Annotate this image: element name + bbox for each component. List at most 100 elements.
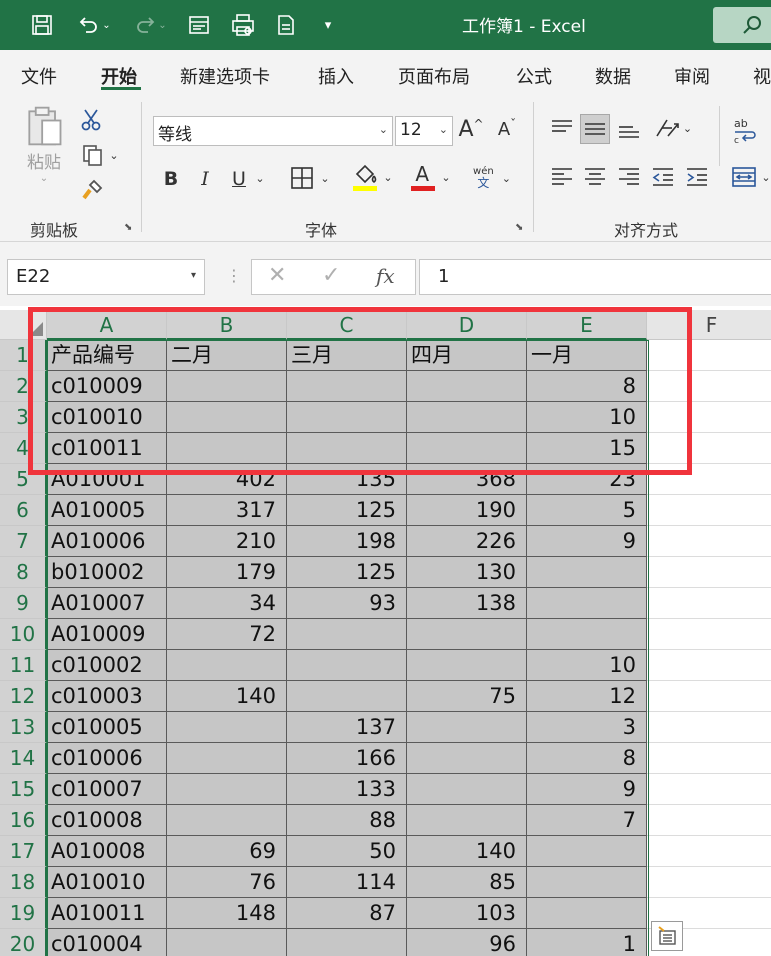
underline-dropdown[interactable]: ⌄ (252, 168, 268, 188)
table-cell[interactable]: 76 (167, 867, 287, 898)
table-cell[interactable]: 10 (527, 402, 647, 433)
align-middle-button[interactable] (580, 114, 610, 144)
tab-formulas[interactable]: 公式 (516, 63, 552, 89)
table-cell[interactable]: 8 (527, 743, 647, 774)
format-painter-button[interactable] (78, 176, 106, 204)
table-cell[interactable]: 8 (527, 371, 647, 402)
tab-page-layout[interactable]: 页面布局 (398, 63, 470, 89)
table-cell[interactable] (167, 743, 287, 774)
tab-review[interactable]: 审阅 (674, 63, 710, 89)
font-color-button[interactable]: A ⌄ (405, 160, 455, 194)
table-cell[interactable] (287, 619, 407, 650)
table-cell[interactable]: 7 (527, 805, 647, 836)
table-cell[interactable]: c010007 (47, 774, 167, 805)
table-cell[interactable]: A010011 (47, 898, 167, 929)
undo-button[interactable]: ⌄ (72, 9, 116, 41)
phonetic-button[interactable]: wén 文 ⌄ (465, 162, 519, 194)
column-header-f[interactable]: F (647, 310, 771, 340)
table-cell[interactable] (407, 712, 527, 743)
row-header[interactable]: 16 (0, 805, 47, 836)
export-icon[interactable] (272, 9, 300, 41)
table-cell[interactable] (287, 929, 407, 956)
wrap-text-button[interactable]: ab c (730, 114, 760, 146)
row-header[interactable]: 17 (0, 836, 47, 867)
table-cell[interactable]: A010008 (47, 836, 167, 867)
table-cell[interactable]: 69 (167, 836, 287, 867)
header-cell[interactable]: 四月 (407, 340, 527, 371)
table-cell[interactable] (527, 898, 647, 929)
dialog-launcher-icon[interactable]: ⬊ (124, 222, 132, 233)
table-cell[interactable]: 1 (527, 929, 647, 956)
header-cell[interactable]: 三月 (287, 340, 407, 371)
cancel-icon[interactable]: ✕ (268, 263, 286, 288)
table-cell[interactable]: 226 (407, 526, 527, 557)
empty-cell[interactable] (647, 495, 771, 526)
empty-cell[interactable] (647, 340, 771, 371)
table-cell[interactable]: 85 (407, 867, 527, 898)
font-name-select[interactable]: 等线 ⌄ (153, 116, 393, 146)
table-cell[interactable]: 317 (167, 495, 287, 526)
table-cell[interactable] (167, 402, 287, 433)
copy-button[interactable]: ⌄ (76, 140, 124, 170)
row-header[interactable]: 9 (0, 588, 47, 619)
table-cell[interactable]: 9 (527, 526, 647, 557)
tab-insert[interactable]: 插入 (318, 63, 354, 89)
table-cell[interactable]: c010003 (47, 681, 167, 712)
table-cell[interactable]: 3 (527, 712, 647, 743)
table-cell[interactable]: 50 (287, 836, 407, 867)
table-cell[interactable] (527, 588, 647, 619)
italic-button[interactable]: I (192, 164, 218, 194)
table-cell[interactable]: 179 (167, 557, 287, 588)
header-cell[interactable]: 二月 (167, 340, 287, 371)
decrease-font-size-button[interactable]: Aˇ (492, 114, 522, 144)
table-cell[interactable]: A010001 (47, 464, 167, 495)
column-header-c[interactable]: C (287, 310, 407, 340)
table-cell[interactable] (527, 836, 647, 867)
table-cell[interactable]: c010010 (47, 402, 167, 433)
table-cell[interactable] (287, 681, 407, 712)
column-header-a[interactable]: A (47, 310, 167, 340)
row-header[interactable]: 7 (0, 526, 47, 557)
table-cell[interactable]: 12 (527, 681, 647, 712)
table-cell[interactable]: 9 (527, 774, 647, 805)
confirm-icon[interactable]: ✓ (322, 263, 340, 288)
header-cell[interactable]: 产品编号 (47, 340, 167, 371)
table-cell[interactable]: 135 (287, 464, 407, 495)
borders-button[interactable]: ⌄ (283, 162, 337, 194)
row-header[interactable]: 8 (0, 557, 47, 588)
row-header[interactable]: 3 (0, 402, 47, 433)
align-bottom-button[interactable] (614, 114, 644, 144)
table-cell[interactable] (287, 650, 407, 681)
paste-button[interactable]: 粘贴 ⌄ (20, 104, 68, 184)
table-cell[interactable]: 87 (287, 898, 407, 929)
table-cell[interactable] (167, 805, 287, 836)
table-cell[interactable]: A010007 (47, 588, 167, 619)
table-cell[interactable]: c010004 (47, 929, 167, 956)
empty-cell[interactable] (647, 464, 771, 495)
row-header[interactable]: 5 (0, 464, 47, 495)
row-header[interactable]: 13 (0, 712, 47, 743)
column-header-b[interactable]: B (167, 310, 287, 340)
table-cell[interactable]: 140 (407, 836, 527, 867)
table-cell[interactable] (287, 433, 407, 464)
table-cell[interactable] (167, 371, 287, 402)
row-header[interactable]: 12 (0, 681, 47, 712)
table-cell[interactable]: 133 (287, 774, 407, 805)
table-cell[interactable]: 72 (167, 619, 287, 650)
column-header-d[interactable]: D (407, 310, 527, 340)
table-cell[interactable] (407, 619, 527, 650)
empty-cell[interactable] (647, 681, 771, 712)
empty-cell[interactable] (647, 836, 771, 867)
table-cell[interactable]: A010010 (47, 867, 167, 898)
table-cell[interactable]: c010002 (47, 650, 167, 681)
table-cell[interactable]: 148 (167, 898, 287, 929)
table-cell[interactable]: 166 (287, 743, 407, 774)
empty-cell[interactable] (647, 774, 771, 805)
table-cell[interactable]: A010005 (47, 495, 167, 526)
empty-cell[interactable] (647, 743, 771, 774)
table-cell[interactable] (167, 774, 287, 805)
bold-button[interactable]: B (158, 164, 184, 194)
align-center-button[interactable] (580, 162, 610, 192)
table-cell[interactable]: 75 (407, 681, 527, 712)
table-cell[interactable]: 103 (407, 898, 527, 929)
